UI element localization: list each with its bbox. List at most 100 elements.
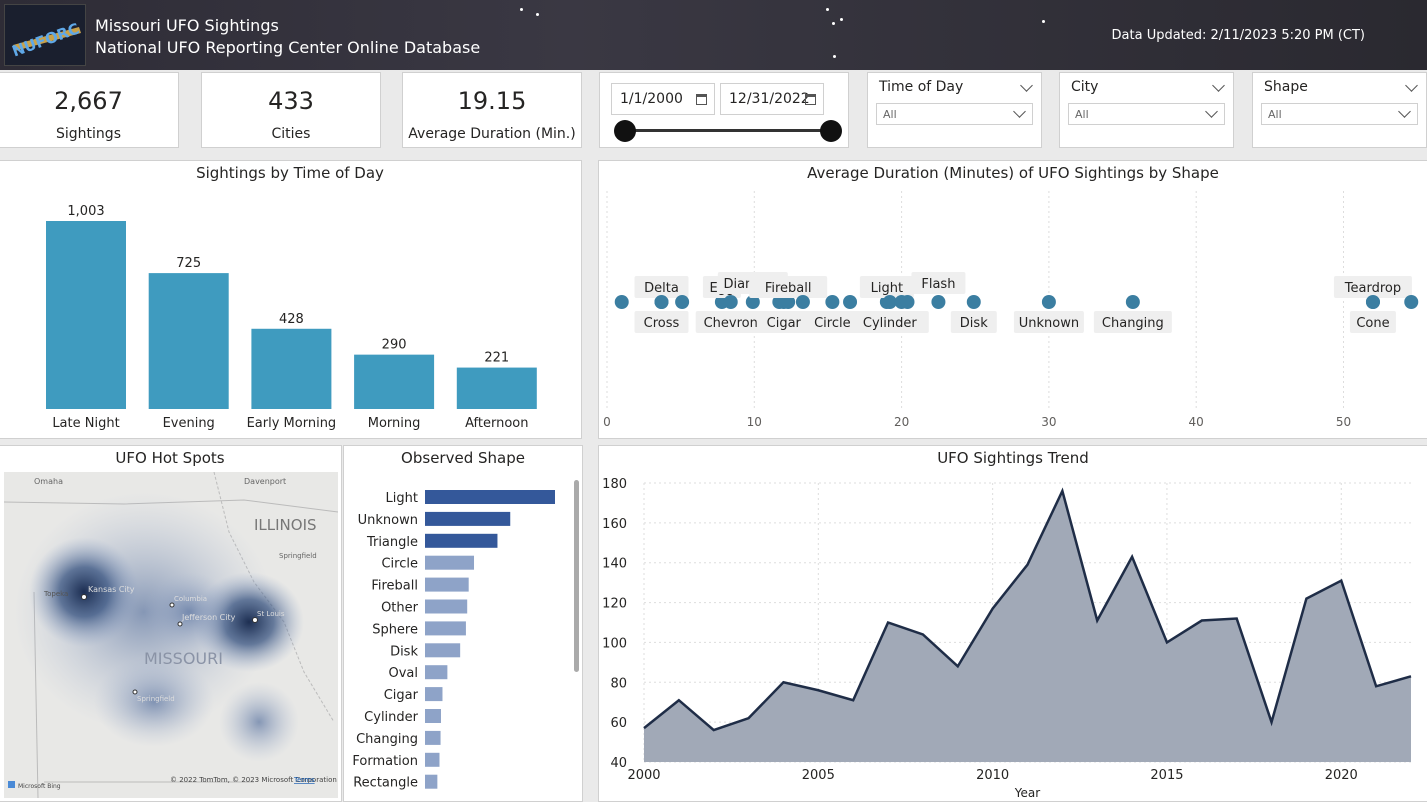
- slicer-title: Time of Day: [879, 79, 964, 95]
- y-tick-label: 40: [610, 756, 627, 771]
- map-label-jefferson-city: Jefferson City: [181, 613, 236, 622]
- y-tick-label: 180: [602, 477, 627, 492]
- x-tick-label: 2005: [802, 768, 835, 783]
- point-label: Flash: [921, 277, 955, 292]
- shape-label: Light: [386, 491, 418, 506]
- kpi-card-cities: 433 Cities: [201, 72, 381, 148]
- x-axis-label: Year: [1014, 786, 1040, 800]
- point-label: Changing: [1102, 316, 1164, 331]
- header-banner: NUFORC Missouri UFO Sightings National U…: [0, 0, 1427, 70]
- duration-by-shape-chart: 01020304050DeltaCrossEggChevronDiamondCi…: [603, 191, 1419, 429]
- chevron-down-icon[interactable]: [1405, 79, 1418, 92]
- star-decoration: [536, 13, 539, 16]
- trend-area: [644, 490, 1411, 762]
- category-label: Morning: [368, 416, 421, 431]
- map-label-omaha: Omaha: [34, 477, 63, 486]
- date-slider-track[interactable]: [624, 129, 830, 132]
- point-label: Cross: [644, 316, 680, 331]
- date-slider-start-handle[interactable]: [614, 120, 636, 142]
- chevron-down-icon[interactable]: [1212, 79, 1225, 92]
- shape-bar: [425, 490, 555, 504]
- kpi-label: Cities: [271, 126, 311, 142]
- shape-slicer: Shape All: [1252, 72, 1427, 148]
- calendar-icon[interactable]: [805, 94, 816, 105]
- star-decoration: [826, 8, 829, 11]
- slicer-title: Shape: [1264, 79, 1308, 95]
- star-decoration: [832, 22, 835, 25]
- shape-point: [614, 295, 629, 309]
- shape-bar: [425, 621, 466, 636]
- shape-label: Unknown: [358, 513, 418, 528]
- chevron-down-icon[interactable]: [1398, 105, 1411, 118]
- page-title: Missouri UFO Sightings: [95, 16, 279, 35]
- category-label: Late Night: [52, 416, 119, 431]
- shape-point: [1125, 295, 1140, 309]
- time-of-day-dropdown[interactable]: All: [876, 103, 1033, 125]
- kpi-label: Sightings: [56, 126, 121, 142]
- shape-bar: [425, 709, 441, 723]
- point-label: Chevron: [704, 316, 758, 331]
- map-label-springfield-mo: Springfield: [137, 695, 175, 703]
- map-terms-link[interactable]: Terms: [293, 776, 315, 784]
- dropdown-value: All: [883, 108, 897, 121]
- shape-label: Changing: [356, 732, 418, 747]
- shape-point: [795, 295, 810, 309]
- shape-label: Triangle: [366, 535, 418, 550]
- x-tick-label: 2015: [1150, 768, 1183, 783]
- date-slider-end-handle[interactable]: [820, 120, 842, 142]
- chevron-down-icon[interactable]: [1020, 79, 1033, 92]
- shape-label: Rectangle: [353, 776, 418, 791]
- point-label: Cylinder: [863, 316, 917, 331]
- map-label-kansas-city: Kansas City: [88, 585, 135, 594]
- shape-point: [654, 295, 669, 309]
- category-label: Afternoon: [465, 416, 528, 431]
- map-label-springfield-il: Springfield: [279, 552, 317, 560]
- dropdown-value: All: [1075, 108, 1089, 121]
- heat-map[interactable]: Omaha Davenport ILLINOIS Springfield Top…: [4, 472, 338, 798]
- time-of-day-slicer: Time of Day All: [867, 72, 1042, 148]
- shape-bar: [425, 511, 511, 526]
- shape-bar: [425, 643, 461, 658]
- kpi-value: 2,667: [54, 87, 123, 115]
- logo-text: NUFORC: [10, 20, 82, 61]
- city-dropdown[interactable]: All: [1068, 103, 1225, 125]
- shape-bar: [425, 577, 469, 592]
- y-tick-label: 120: [602, 597, 627, 612]
- chevron-down-icon[interactable]: [1013, 105, 1026, 118]
- date-range-slicer: 1/1/2000 12/31/2022: [599, 72, 849, 148]
- shape-dropdown[interactable]: All: [1261, 103, 1418, 125]
- kpi-value: 433: [268, 87, 314, 115]
- shape-point: [931, 295, 946, 309]
- shape-point: [900, 295, 915, 309]
- map-label-columbia: Columbia: [174, 595, 207, 603]
- point-label: Disk: [960, 316, 988, 331]
- start-date-input[interactable]: 1/1/2000: [611, 83, 715, 115]
- city-slicer: City All: [1059, 72, 1234, 148]
- time-of-day-chart: 1,003 Late Night 725 Evening 428 Early Mornin…: [46, 204, 537, 431]
- point-label: Light: [871, 281, 903, 296]
- star-decoration: [840, 18, 843, 21]
- bar-evening: [148, 273, 229, 409]
- shape-label: Circle: [381, 557, 418, 572]
- x-tick-label: 40: [1189, 415, 1204, 429]
- end-date-value: 12/31/2022: [729, 91, 810, 107]
- shape-label: Cigar: [384, 688, 419, 703]
- x-tick-label: 10: [747, 415, 762, 429]
- page-subtitle: National UFO Reporting Center Online Dat…: [95, 38, 481, 57]
- shape-label: Formation: [352, 754, 418, 769]
- y-tick-label: 140: [602, 557, 627, 572]
- scrollbar-thumb[interactable]: [574, 480, 579, 672]
- kpi-card-sightings: 2,667 Sightings: [0, 72, 179, 148]
- chevron-down-icon[interactable]: [1205, 105, 1218, 118]
- end-date-input[interactable]: 12/31/2022: [720, 83, 824, 115]
- x-tick-label: 30: [1041, 415, 1056, 429]
- shape-bar: [425, 730, 441, 745]
- calendar-icon[interactable]: [696, 94, 707, 105]
- star-decoration: [1042, 20, 1045, 23]
- observed-shape-panel: Observed Shape Light Unknown Triangle Circl…: [343, 445, 583, 802]
- data-updated-text: Data Updated: 2/11/2023 5:20 PM (CT): [1111, 28, 1365, 43]
- bar-late-night: [46, 221, 126, 409]
- star-decoration: [833, 55, 836, 58]
- duration-by-shape-panel: Average Duration (Minutes) of UFO Sighti…: [598, 160, 1427, 439]
- bar-value-label: 290: [382, 338, 407, 353]
